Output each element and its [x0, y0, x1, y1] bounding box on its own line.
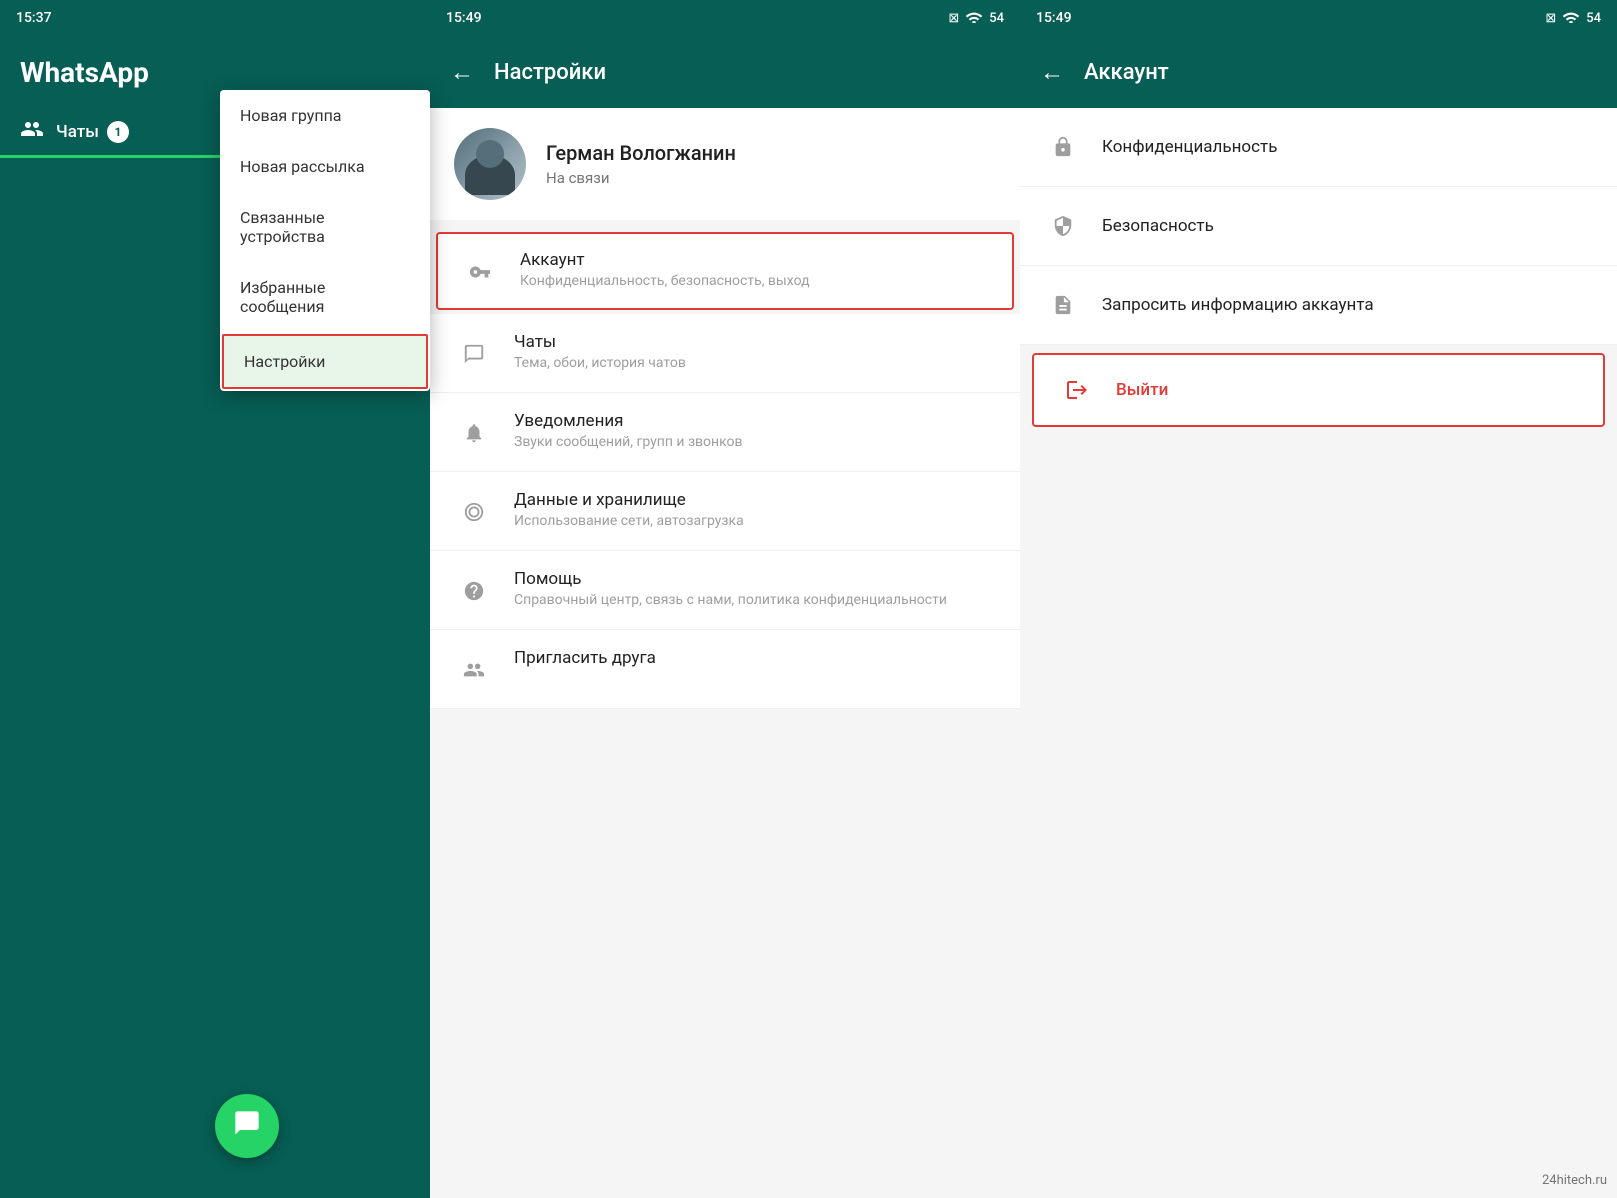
- logout-icon: [1058, 371, 1096, 409]
- settings-chats[interactable]: Чаты Тема, обои, история чатов: [430, 314, 1020, 393]
- dropdown-settings[interactable]: Настройки: [222, 334, 428, 389]
- notifications-subtitle: Звуки сообщений, групп и звонков: [514, 434, 996, 450]
- dropdown-linked-devices[interactable]: Связанные устройства: [220, 192, 430, 262]
- back-button-account[interactable]: ←: [1040, 58, 1064, 87]
- time-mid: 15:49: [446, 10, 482, 26]
- logout-label: Выйти: [1116, 380, 1168, 400]
- notifications-text: Уведомления Звуки сообщений, групп и зво…: [514, 411, 996, 450]
- profile-section[interactable]: Герман Вологжанин На связи: [430, 108, 1020, 220]
- time-left: 15:37: [16, 10, 52, 26]
- settings-notifications[interactable]: Уведомления Звуки сообщений, групп и зво…: [430, 393, 1020, 472]
- app-title: WhatsApp: [20, 56, 149, 89]
- dropdown-new-group[interactable]: Новая группа: [220, 90, 430, 141]
- lock-icon: [1044, 128, 1082, 166]
- time-right: 15:49: [1036, 10, 1072, 26]
- account-text: Аккаунт Конфиденциальность, безопасность…: [520, 250, 990, 289]
- chat-icon: [454, 334, 494, 374]
- account-subtitle: Конфиденциальность, безопасность, выход: [520, 273, 990, 289]
- profile-status: На связи: [546, 169, 996, 187]
- screen-icon-right: ⊠: [1545, 11, 1556, 26]
- settings-header: ← Настройки: [430, 36, 1020, 108]
- invite-text: Пригласить друга: [514, 648, 996, 671]
- document-icon: [1044, 286, 1082, 324]
- data-title: Данные и хранилище: [514, 490, 996, 510]
- invite-title: Пригласить друга: [514, 648, 996, 668]
- dropdown-menu: Новая группа Новая рассылка Связанные ус…: [220, 90, 430, 391]
- back-button-settings[interactable]: ←: [450, 58, 474, 87]
- status-icons-mid: ⊠ 54: [948, 9, 1004, 27]
- wifi-icon-right: [1562, 9, 1580, 27]
- wifi-icon: [965, 9, 983, 27]
- dropdown-starred-messages[interactable]: Избранные сообщения: [220, 262, 430, 332]
- chats-text: Чаты Тема, обои, история чатов: [514, 332, 996, 371]
- fab-button[interactable]: [215, 1094, 279, 1158]
- status-icons-right: ⊠ 54: [1545, 9, 1601, 27]
- data-subtitle: Использование сети, автозагрузка: [514, 513, 996, 529]
- chats-settings-subtitle: Тема, обои, история чатов: [514, 355, 996, 371]
- notifications-title: Уведомления: [514, 411, 996, 431]
- left-panel: 15:37 WhatsApp Чаты 1 Новая группа Новая…: [0, 0, 430, 1198]
- data-text: Данные и хранилище Использование сети, а…: [514, 490, 996, 529]
- security-label: Безопасность: [1102, 216, 1214, 236]
- avatar: [454, 128, 526, 200]
- account-security[interactable]: Безопасность: [1020, 187, 1617, 266]
- dropdown-new-broadcast[interactable]: Новая рассылка: [220, 141, 430, 192]
- settings-account[interactable]: Аккаунт Конфиденциальность, безопасность…: [436, 232, 1014, 310]
- status-bar-right: 15:49 ⊠ 54: [1020, 0, 1617, 36]
- profile-info: Герман Вологжанин На связи: [546, 141, 996, 187]
- logout-item[interactable]: Выйти: [1032, 353, 1605, 427]
- middle-panel: 15:49 ⊠ 54 ← Настройки Герман Вологжанин…: [430, 0, 1020, 1198]
- profile-name: Герман Вологжанин: [546, 141, 996, 165]
- settings-title: Настройки: [494, 60, 606, 85]
- chats-badge: 1: [107, 121, 129, 143]
- chats-icon: [20, 117, 44, 147]
- chats-settings-title: Чаты: [514, 332, 996, 352]
- watermark: 24hitech.ru: [1542, 1173, 1607, 1188]
- bell-icon: [454, 413, 494, 453]
- help-icon: [454, 571, 494, 611]
- account-header: ← Аккаунт: [1020, 36, 1617, 108]
- help-title: Помощь: [514, 569, 996, 589]
- shield-icon: [1044, 207, 1082, 245]
- help-text: Помощь Справочный центр, связь с нами, п…: [514, 569, 996, 608]
- privacy-label: Конфиденциальность: [1102, 137, 1277, 157]
- account-title: Аккаунт: [520, 250, 990, 270]
- right-panel: 15:49 ⊠ 54 ← Аккаунт Конфиденциальность: [1020, 0, 1617, 1198]
- data-icon: [454, 492, 494, 532]
- account-request-info[interactable]: Запросить информацию аккаунта: [1020, 266, 1617, 345]
- screen-icon: ⊠: [948, 11, 959, 26]
- request-info-label: Запросить информацию аккаунта: [1102, 295, 1374, 315]
- settings-help[interactable]: Помощь Справочный центр, связь с нами, п…: [430, 551, 1020, 630]
- status-bar-left: 15:37: [0, 0, 430, 36]
- settings-invite[interactable]: Пригласить друга: [430, 630, 1020, 709]
- people-icon: [454, 650, 494, 690]
- battery-mid: 54: [989, 11, 1004, 26]
- account-privacy[interactable]: Конфиденциальность: [1020, 108, 1617, 187]
- help-subtitle: Справочный центр, связь с нами, политика…: [514, 592, 996, 608]
- fab-icon: [233, 1109, 261, 1144]
- account-title: Аккаунт: [1084, 60, 1169, 85]
- settings-data[interactable]: Данные и хранилище Использование сети, а…: [430, 472, 1020, 551]
- key-icon: [460, 252, 500, 292]
- battery-right: 54: [1586, 11, 1601, 26]
- chats-label: Чаты: [56, 122, 99, 142]
- status-bar-mid: 15:49 ⊠ 54: [430, 0, 1020, 36]
